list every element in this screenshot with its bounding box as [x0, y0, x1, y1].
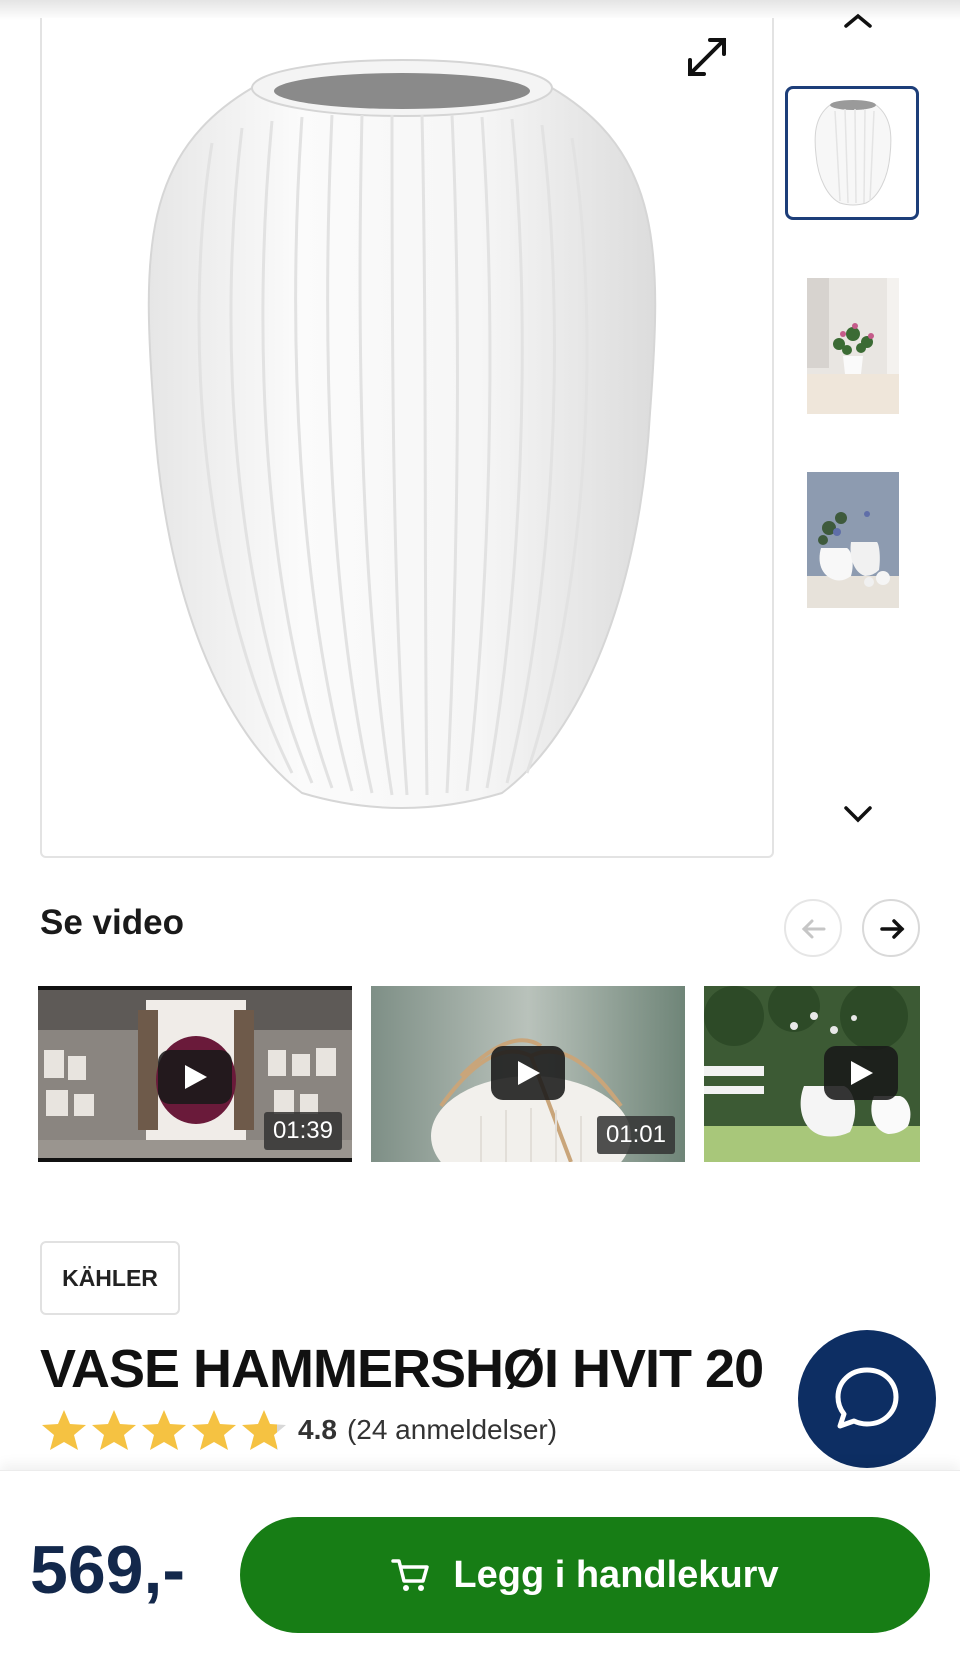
expand-icon — [688, 38, 726, 76]
video-card-2[interactable]: 01:01 — [371, 986, 685, 1162]
star-partial-icon — [242, 1410, 286, 1450]
star-icon — [42, 1410, 86, 1450]
flowers-table-thumbnail-icon — [807, 278, 899, 414]
vase-thumbnail-icon — [814, 100, 892, 206]
video-prev-button[interactable] — [784, 899, 842, 957]
rating-value: 4.8 — [298, 1414, 337, 1445]
top-edge — [0, 0, 960, 20]
play-icon — [851, 1061, 873, 1085]
star-icon — [92, 1410, 136, 1450]
bottom-purchase-bar: 569,- Legg i handlekurv — [0, 1470, 960, 1664]
main-product-image[interactable] — [40, 18, 774, 858]
star-rating — [40, 1408, 288, 1452]
video-section-title: Se video — [40, 903, 184, 942]
play-button[interactable] — [491, 1046, 565, 1100]
add-to-cart-label: Legg i handlekurv — [453, 1553, 779, 1596]
brand-tag[interactable]: KÄHLER — [40, 1241, 180, 1315]
thumbnail-2[interactable] — [785, 274, 919, 414]
chat-bubble-icon — [835, 1367, 899, 1429]
review-count-link[interactable]: (24 anmeldelser) — [347, 1414, 557, 1446]
video-next-button[interactable] — [862, 899, 920, 957]
chevron-down-icon — [844, 806, 872, 823]
star-icon — [192, 1410, 236, 1450]
arrow-left-icon — [801, 919, 826, 939]
product-price: 569,- — [30, 1532, 185, 1608]
star-icon — [142, 1410, 186, 1450]
vases-shelf-thumbnail-icon — [807, 472, 899, 608]
arrow-right-icon — [880, 919, 905, 939]
play-icon — [518, 1061, 540, 1085]
vase-image — [147, 59, 657, 809]
thumbnail-3[interactable] — [785, 466, 919, 608]
video-duration: 01:01 — [596, 1116, 675, 1154]
video-card-1[interactable]: 01:39 — [38, 986, 352, 1162]
product-title: VASE HAMMERSHØI HVIT 20 — [40, 1339, 764, 1399]
chat-button[interactable] — [798, 1330, 936, 1468]
thumbnails-down-button[interactable] — [838, 800, 878, 830]
expand-image-button[interactable] — [678, 28, 738, 88]
thumbnails-up-button[interactable] — [838, 4, 878, 28]
thumbnail-1[interactable] — [785, 86, 919, 220]
add-to-cart-button[interactable]: Legg i handlekurv — [240, 1517, 930, 1633]
play-button[interactable] — [158, 1050, 232, 1104]
rating-row[interactable]: 4.8 (24 anmeldelser) — [40, 1410, 557, 1450]
video-card-3[interactable] — [704, 986, 920, 1162]
video-duration: 01:39 — [263, 1112, 342, 1150]
play-icon — [185, 1065, 207, 1089]
play-button[interactable] — [824, 1046, 898, 1100]
chevron-up-icon — [844, 13, 872, 28]
cart-icon — [391, 1559, 430, 1591]
